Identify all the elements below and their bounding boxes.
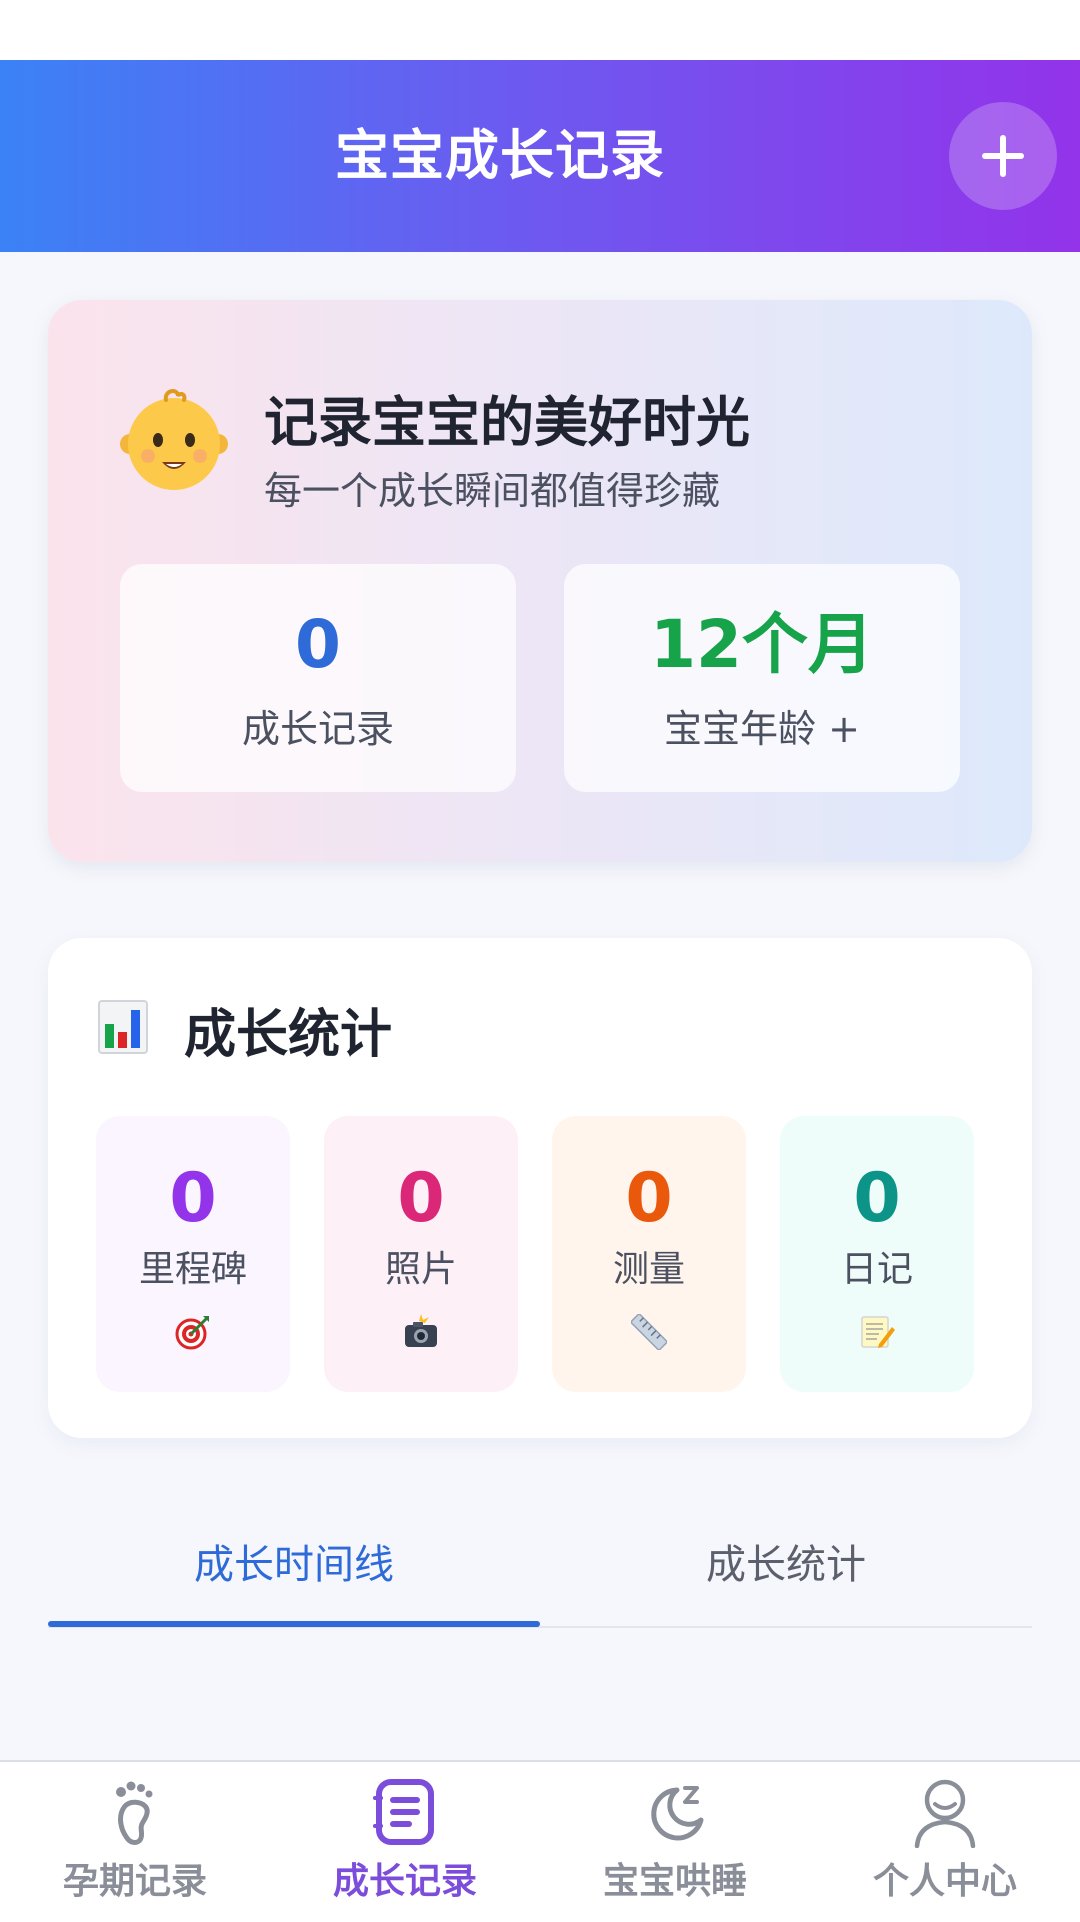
records-count: 0 xyxy=(295,606,341,683)
measurement-count: 0 xyxy=(625,1159,673,1238)
nav-item-growth-records[interactable]: 成长记录 xyxy=(270,1762,540,1922)
hero-card: 记录宝宝的美好时光 每一个成长瞬间都值得珍藏 0 成长记录 12个月 宝宝年龄 … xyxy=(48,300,1032,862)
user-icon xyxy=(914,1779,976,1848)
document-list-icon xyxy=(373,1779,434,1845)
photo-stat[interactable]: 0 照片 xyxy=(324,1116,518,1392)
nav-item-baby-sleep[interactable]: 宝宝哄睡 xyxy=(540,1762,810,1922)
bottom-navigation: 孕期记录 成长记录 宝宝哄睡 个人中心 xyxy=(0,1760,1080,1922)
baby-age-card[interactable]: 12个月 宝宝年龄 + xyxy=(564,564,960,792)
active-tab-indicator xyxy=(48,1621,540,1627)
nav-label: 个人中心 xyxy=(872,1861,1017,1902)
memo-icon xyxy=(861,1316,895,1348)
measurement-label: 测量 xyxy=(612,1249,685,1290)
target-icon xyxy=(175,1316,209,1350)
baby-age-value: 12个月 xyxy=(650,606,874,683)
nav-label: 宝宝哄睡 xyxy=(602,1861,747,1902)
baby-age-label: 宝宝年龄 + xyxy=(664,707,860,751)
milestone-stat[interactable]: 0 里程碑 xyxy=(96,1116,290,1392)
camera-flash-icon xyxy=(405,1314,437,1347)
status-bar-area xyxy=(0,0,1080,60)
photo-count: 0 xyxy=(397,1159,445,1238)
footprint-icon xyxy=(116,1781,153,1845)
nav-item-pregnancy-records[interactable]: 孕期记录 xyxy=(0,1762,270,1922)
bar-chart-icon xyxy=(98,1000,148,1054)
measurement-stat[interactable]: 0 测量 xyxy=(552,1116,746,1392)
milestone-count: 0 xyxy=(169,1159,217,1238)
moon-sleep-icon xyxy=(651,1786,704,1841)
app-header: 宝宝成长记录 xyxy=(0,60,1080,252)
diary-stat[interactable]: 0 日记 xyxy=(780,1116,974,1392)
tab-growth-timeline[interactable]: 成长时间线 xyxy=(48,1530,540,1600)
records-label: 成长记录 xyxy=(241,707,394,751)
page-title: 宝宝成长记录 xyxy=(335,124,665,187)
hero-title: 记录宝宝的美好时光 xyxy=(264,391,750,454)
stats-title: 成长统计 xyxy=(184,1005,393,1065)
hero-subtitle: 每一个成长瞬间都值得珍藏 xyxy=(264,469,721,513)
add-record-button[interactable] xyxy=(949,102,1057,210)
milestone-label: 里程碑 xyxy=(138,1249,247,1290)
ruler-icon xyxy=(631,1314,667,1350)
diary-count: 0 xyxy=(853,1159,901,1238)
photo-label: 照片 xyxy=(384,1249,457,1290)
nav-label: 孕期记录 xyxy=(62,1861,207,1902)
nav-label: 成长记录 xyxy=(332,1861,477,1902)
nav-item-profile[interactable]: 个人中心 xyxy=(810,1762,1080,1922)
growth-stats-card: 成长统计 0 里程碑 0 照片 0 测量 0 日记 xyxy=(48,938,1032,1438)
records-count-card: 0 成长记录 xyxy=(120,564,516,792)
tab-growth-stats[interactable]: 成长统计 xyxy=(540,1530,1032,1600)
baby-face-icon xyxy=(120,389,228,490)
diary-label: 日记 xyxy=(840,1249,913,1290)
